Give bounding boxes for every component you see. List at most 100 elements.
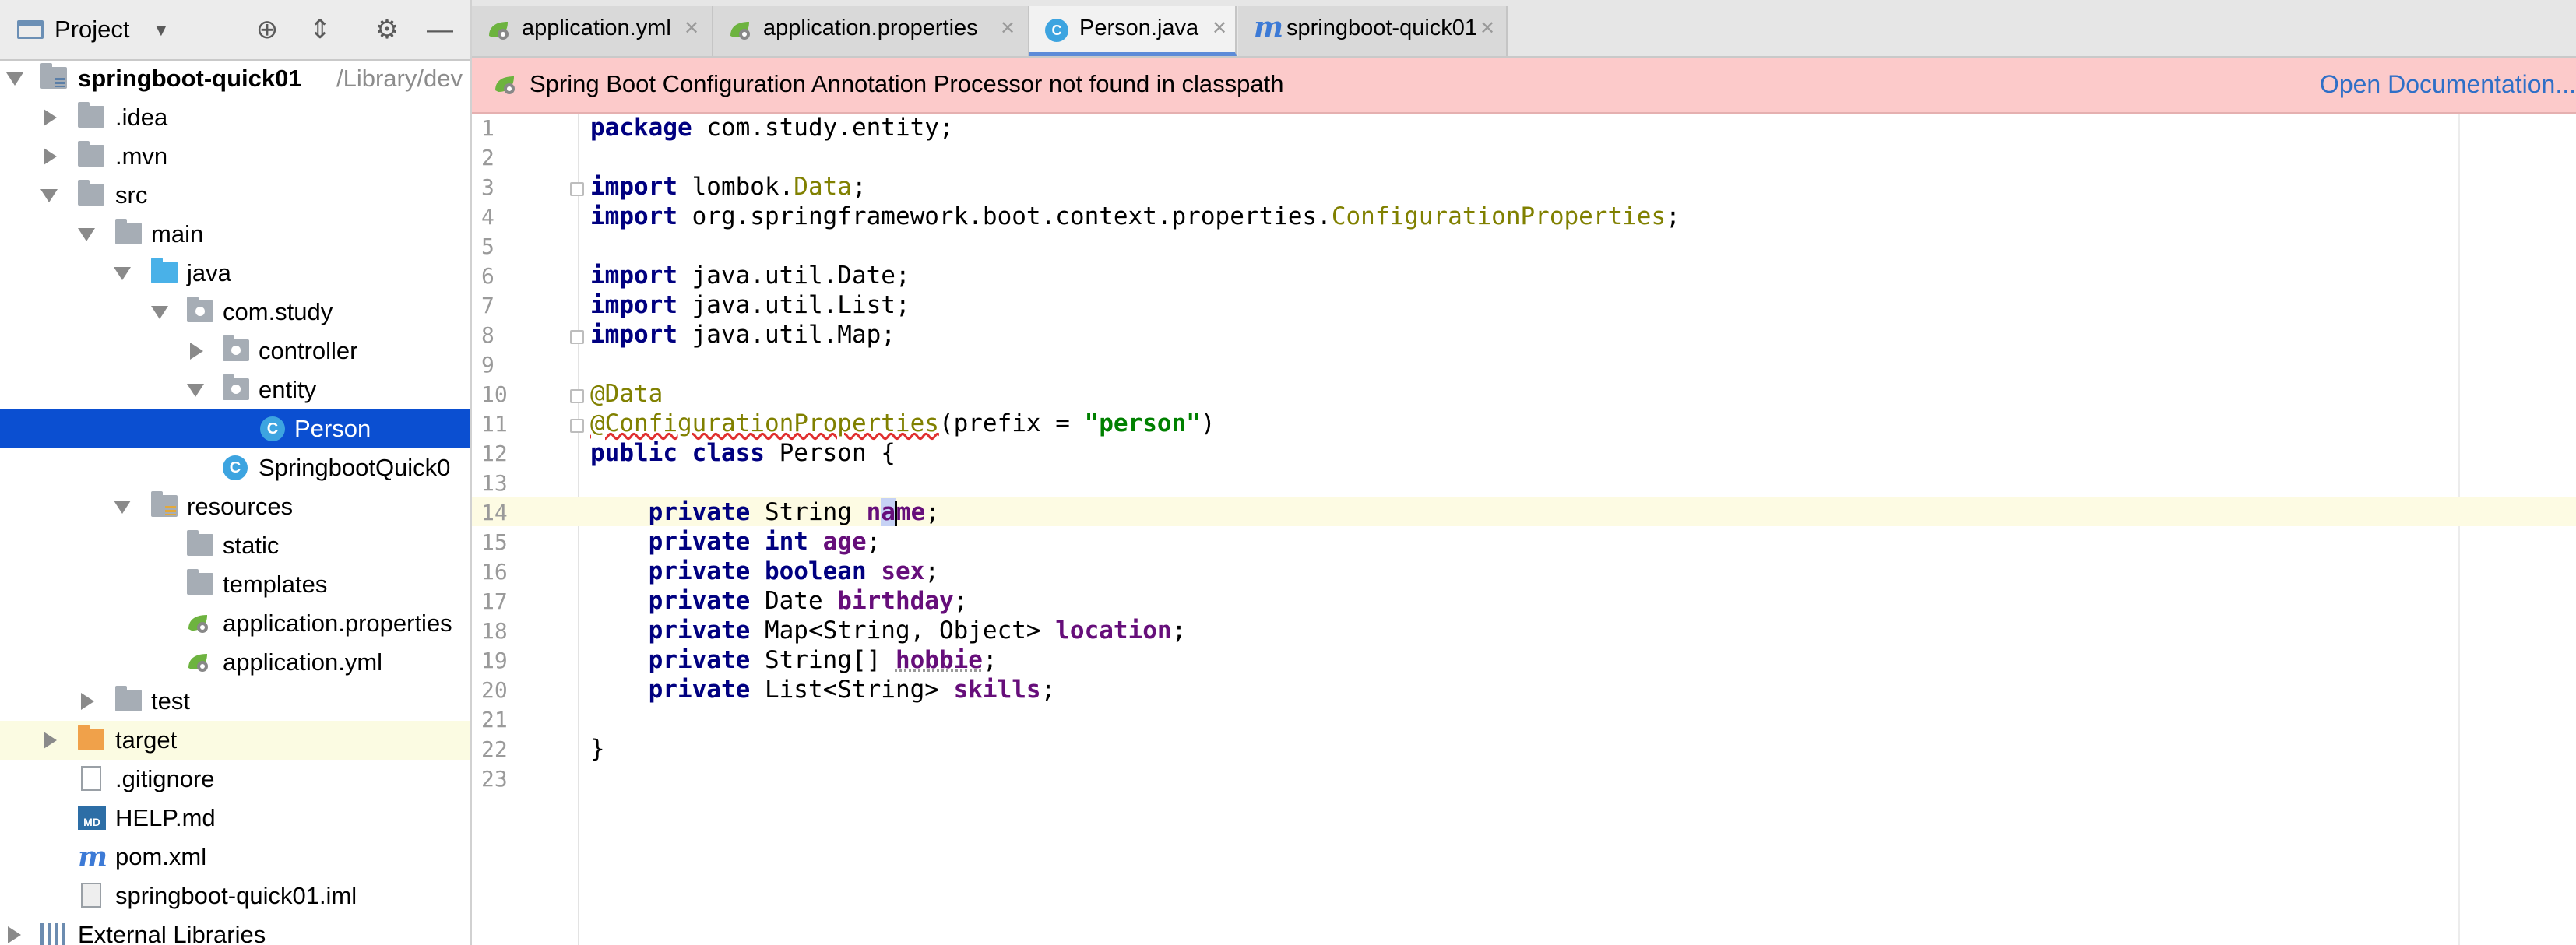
line-number: 3 <box>481 174 494 200</box>
tree-item-pom-xml[interactable]: m pom.xml <box>0 838 470 876</box>
tree-item-com-study[interactable]: com.study <box>0 293 470 332</box>
locate-file-icon[interactable]: ⊕ <box>248 9 287 50</box>
code-line[interactable]: private List<String> skills; <box>590 676 1056 704</box>
tree-item-templates[interactable]: templates <box>0 565 470 604</box>
fold-marker-icon[interactable] <box>570 182 584 196</box>
project-view-selector[interactable]: Project <box>55 16 129 44</box>
tree-item-iml[interactable]: springboot-quick01.iml <box>0 876 470 915</box>
line-number: 7 <box>481 293 494 318</box>
tree-item-idea[interactable]: .idea <box>0 98 470 137</box>
chevron-right-icon[interactable] <box>44 148 57 165</box>
close-icon[interactable]: ✕ <box>1212 17 1227 40</box>
tab-person-java[interactable]: C Person.java ✕ <box>1029 6 1237 56</box>
tab-application-properties[interactable]: application.properties ✕ <box>713 6 1029 56</box>
chevron-right-icon[interactable] <box>44 109 57 126</box>
tree-item-java[interactable]: java <box>0 254 470 293</box>
tree-item-external-libraries[interactable]: External Libraries <box>0 915 470 945</box>
chevron-down-icon[interactable] <box>151 306 168 319</box>
code-line[interactable]: private String name; <box>590 498 940 526</box>
tab-label: Person.java <box>1079 16 1199 40</box>
tree-item-label: static <box>223 532 280 559</box>
line-number: 2 <box>481 145 494 170</box>
module-folder-icon <box>40 63 67 89</box>
line-number: 14 <box>481 500 508 525</box>
line-number: 4 <box>481 204 494 230</box>
folder-icon <box>78 180 104 206</box>
tree-item-label: springboot-quick01.iml <box>115 882 357 909</box>
chevron-down-icon[interactable] <box>6 72 23 86</box>
tree-item-src[interactable]: src <box>0 176 470 215</box>
line-number: 23 <box>481 766 508 792</box>
tab-springboot-quick01[interactable]: m springboot-quick01 ✕ <box>1238 6 1508 56</box>
tree-item-label: External Libraries <box>78 921 266 945</box>
code-line[interactable]: @ConfigurationProperties(prefix = "perso… <box>590 409 1216 437</box>
line-number: 11 <box>481 411 508 437</box>
fold-marker-icon[interactable] <box>570 389 584 403</box>
chevron-down-icon[interactable] <box>40 189 58 202</box>
tab-application-yml[interactable]: application.yml ✕ <box>472 6 713 56</box>
tree-item-application-properties[interactable]: application.properties <box>0 604 470 643</box>
tree-item-springboot-quick01[interactable]: springboot-quick01 /Library/dev <box>0 59 470 98</box>
tree-item-mvn[interactable]: .mvn <box>0 137 470 176</box>
chevron-right-icon[interactable] <box>8 926 21 943</box>
project-tool-window: Project ▼ ⊕ ⇕ ⚙ — springboot-quick01 /Li… <box>0 0 472 945</box>
chevron-down-icon[interactable] <box>78 228 95 241</box>
code-line[interactable]: private Map<String, Object> location; <box>590 617 1187 645</box>
tree-item-gitignore[interactable]: .gitignore <box>0 760 470 799</box>
code-line[interactable]: } <box>590 735 605 763</box>
maven-icon: m <box>1254 11 1284 44</box>
chevron-right-icon[interactable] <box>190 343 203 360</box>
code-line[interactable]: package com.study.entity; <box>590 114 954 142</box>
warning-message: Spring Boot Configuration Annotation Pro… <box>530 70 1284 97</box>
fold-marker-icon[interactable] <box>570 330 584 344</box>
tree-item-target[interactable]: target <box>0 721 470 760</box>
folder-icon <box>78 102 104 128</box>
code-line[interactable]: import lombok.Data; <box>590 173 867 201</box>
chevron-down-icon[interactable] <box>114 501 131 514</box>
close-icon[interactable]: ✕ <box>1480 17 1495 40</box>
tree-item-person[interactable]: C Person <box>0 409 470 448</box>
code-line[interactable]: private String[] hobbie; <box>590 646 998 674</box>
tree-item-label: springboot-quick01 <box>78 65 302 92</box>
tree-item-help-md[interactable]: MD HELP.md <box>0 799 470 838</box>
tree-item-controller[interactable]: controller <box>0 332 470 371</box>
collapse-all-icon[interactable]: ⇕ <box>301 9 340 50</box>
open-documentation-link[interactable]: Open Documentation... <box>2320 70 2576 99</box>
code-line[interactable]: @Data <box>590 380 663 408</box>
gear-icon[interactable]: ⚙ <box>368 9 406 50</box>
folder-icon <box>187 530 213 556</box>
close-icon[interactable]: ✕ <box>1000 17 1015 40</box>
code-line[interactable]: public class Person { <box>590 439 896 467</box>
code-line[interactable]: private int age; <box>590 528 882 556</box>
code-line[interactable]: private boolean sex; <box>590 557 939 585</box>
tree-item-entity[interactable]: entity <box>0 371 470 409</box>
code-line[interactable]: private Date birthday; <box>590 587 969 615</box>
project-view-icon <box>17 20 44 39</box>
fold-marker-icon[interactable] <box>570 419 584 433</box>
code-line[interactable]: import java.util.Date; <box>590 262 910 290</box>
chevron-down-icon[interactable]: ▼ <box>153 20 170 40</box>
tree-item-label: .mvn <box>115 142 168 170</box>
close-icon[interactable]: ✕ <box>684 17 699 40</box>
code-line[interactable]: import java.util.Map; <box>590 321 896 349</box>
tree-item-application-yml[interactable]: application.yml <box>0 643 470 682</box>
chevron-right-icon[interactable] <box>81 693 94 710</box>
spring-config-icon <box>727 19 752 40</box>
tree-item-resources[interactable]: resources <box>0 487 470 526</box>
line-number: 9 <box>481 352 494 378</box>
tree-item-springboot-application[interactable]: C SpringbootQuick0 <box>0 448 470 487</box>
code-line[interactable]: import org.springframework.boot.context.… <box>590 202 1680 230</box>
code-line[interactable]: import java.util.List; <box>590 291 910 319</box>
tree-item-main[interactable]: main <box>0 215 470 254</box>
tree-item-static[interactable]: static <box>0 526 470 565</box>
chevron-down-icon[interactable] <box>114 267 131 280</box>
tree-item-label: HELP.md <box>115 804 216 831</box>
hide-icon[interactable]: — <box>421 9 459 50</box>
package-icon <box>223 374 249 400</box>
chevron-right-icon[interactable] <box>44 732 57 749</box>
chevron-down-icon[interactable] <box>187 384 204 397</box>
tree-item-test[interactable]: test <box>0 682 470 721</box>
tree-item-label: Person <box>294 415 371 442</box>
excluded-folder-icon <box>78 725 104 750</box>
package-icon <box>187 297 213 322</box>
